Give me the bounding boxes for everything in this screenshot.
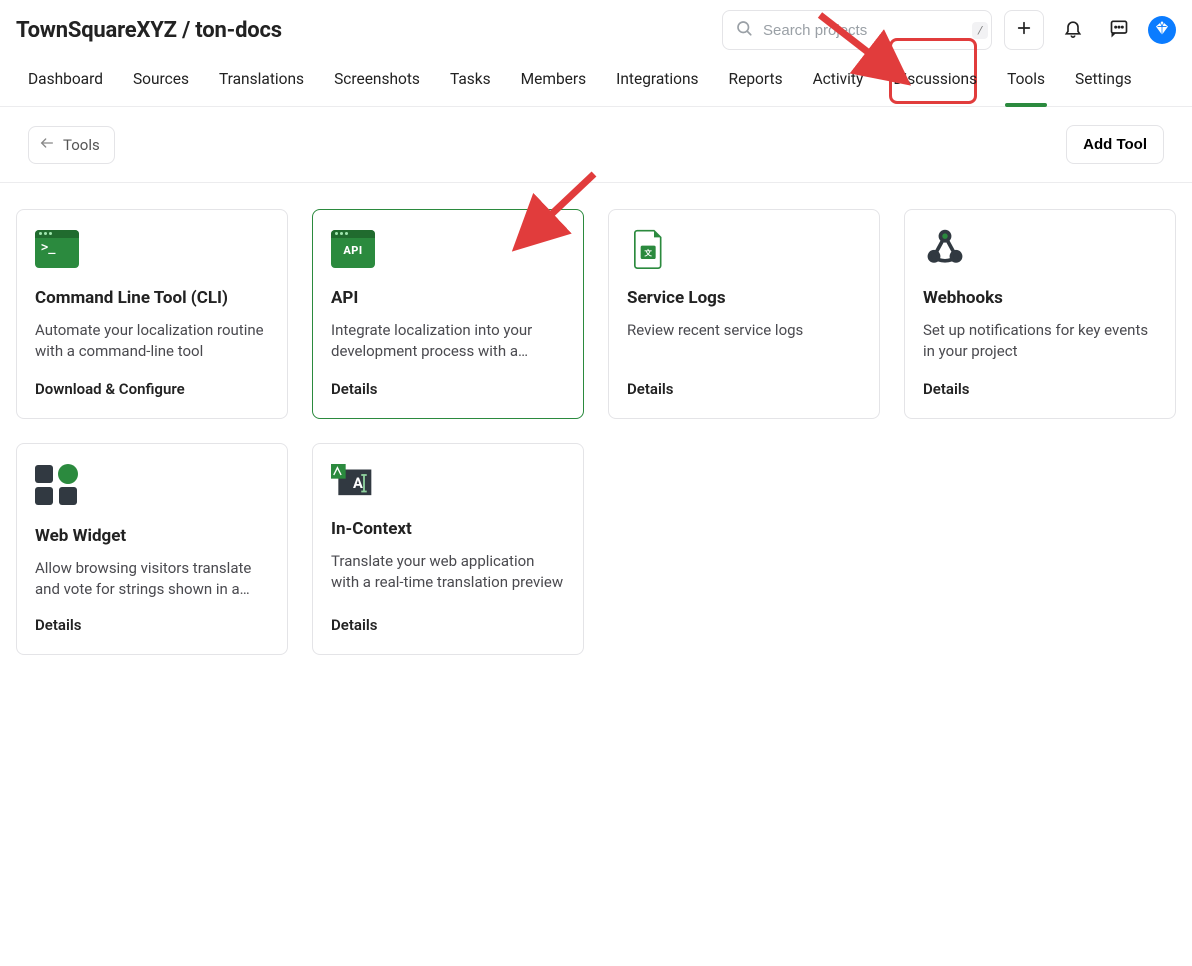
bell-icon	[1063, 18, 1083, 42]
card-title: Webhooks	[923, 288, 1157, 308]
web-widget-icon	[35, 464, 79, 506]
card-title: Command Line Tool (CLI)	[35, 288, 269, 308]
webhook-icon	[923, 230, 967, 268]
add-project-button[interactable]	[1004, 10, 1044, 50]
nav-screenshots[interactable]: Screenshots	[334, 70, 420, 106]
card-action-link[interactable]: Details	[923, 380, 1157, 398]
card-description: Translate your web application with a re…	[331, 551, 565, 600]
service-logs-icon: 文	[627, 230, 671, 268]
svg-text:文: 文	[644, 248, 652, 258]
nav-reports[interactable]: Reports	[729, 70, 783, 106]
search-input[interactable]	[763, 22, 962, 39]
back-label: Tools	[63, 136, 100, 154]
card-action-link[interactable]: Details	[35, 616, 269, 634]
card-title: Web Widget	[35, 526, 269, 546]
nav-tools[interactable]: Tools	[1007, 70, 1045, 106]
add-tool-button[interactable]: Add Tool	[1066, 125, 1164, 164]
card-action-link[interactable]: Download & Configure	[35, 380, 269, 398]
search-shortcut-hint: /	[972, 22, 988, 39]
arrow-left-icon	[39, 135, 55, 155]
card-action-link[interactable]: Details	[331, 616, 565, 634]
diamond-icon	[1153, 19, 1171, 41]
avatar[interactable]	[1148, 16, 1176, 44]
tool-card-service-logs[interactable]: 文 Service Logs Review recent service logs D…	[608, 209, 880, 419]
chat-icon	[1109, 18, 1129, 42]
main-nav: Dashboard Sources Translations Screenshots T…	[0, 50, 1192, 107]
card-description: Integrate localization into your develop…	[331, 320, 565, 364]
messages-button[interactable]	[1102, 13, 1136, 47]
nav-members[interactable]: Members	[521, 70, 587, 106]
tool-card-command-line-tool-cli-[interactable]: >_ Command Line Tool (CLI) Automate your l…	[16, 209, 288, 419]
nav-dashboard[interactable]: Dashboard	[28, 70, 103, 106]
tool-card-webhooks[interactable]: Webhooks Set up notifications for key eve…	[904, 209, 1176, 419]
card-title: API	[331, 288, 565, 308]
api-icon: API	[331, 230, 375, 268]
nav-settings[interactable]: Settings	[1075, 70, 1132, 106]
back-to-tools-button[interactable]: Tools	[28, 126, 115, 164]
card-action-link[interactable]: Details	[627, 380, 861, 398]
tool-card-in-context[interactable]: A In-Context Translate your web applicati…	[312, 443, 584, 655]
card-description: Review recent service logs	[627, 320, 861, 364]
tool-card-api[interactable]: API API Integrate localization into your d…	[312, 209, 584, 419]
in-context-icon: A	[331, 464, 375, 499]
svg-text:A: A	[353, 474, 363, 492]
nav-translations[interactable]: Translations	[219, 70, 304, 106]
nav-sources[interactable]: Sources	[133, 70, 189, 106]
search-icon	[735, 19, 753, 41]
breadcrumb[interactable]: TownSquareXYZ / ton-docs	[16, 18, 710, 43]
nav-tasks[interactable]: Tasks	[450, 70, 491, 106]
terminal-icon: >_	[35, 230, 79, 268]
card-description: Allow browsing visitors translate and vo…	[35, 558, 269, 600]
notifications-button[interactable]	[1056, 13, 1090, 47]
search-box[interactable]: /	[722, 10, 992, 50]
card-description: Automate your localization routine with …	[35, 320, 269, 364]
tool-cards-grid: >_ Command Line Tool (CLI) Automate your l…	[0, 183, 1192, 681]
nav-activity[interactable]: Activity	[813, 70, 864, 106]
nav-discussions[interactable]: Discussions	[893, 70, 977, 106]
card-title: Service Logs	[627, 288, 861, 308]
plus-icon	[1016, 20, 1032, 40]
tool-card-web-widget[interactable]: Web Widget Allow browsing visitors transl…	[16, 443, 288, 655]
card-title: In-Context	[331, 519, 565, 539]
card-action-link[interactable]: Details	[331, 380, 565, 398]
nav-integrations[interactable]: Integrations	[616, 70, 698, 106]
card-description: Set up notifications for key events in y…	[923, 320, 1157, 364]
